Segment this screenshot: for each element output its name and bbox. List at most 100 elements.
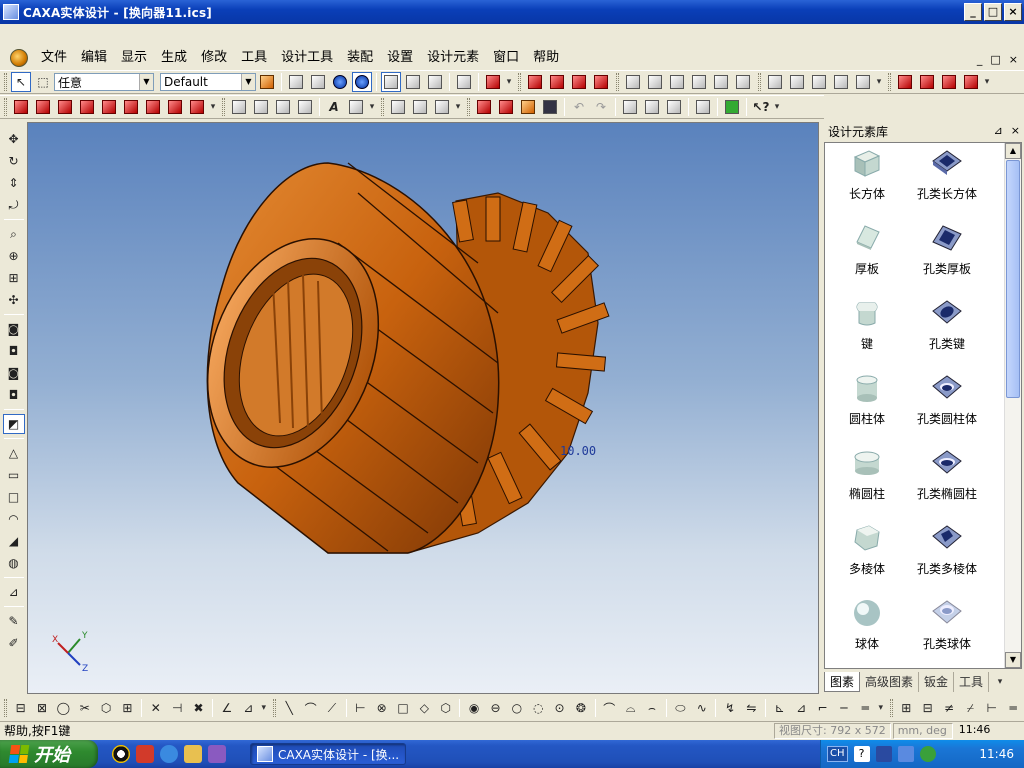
chevron-down-icon[interactable]: ▼ — [139, 74, 153, 90]
grid-5-button[interactable]: ⊢ — [982, 698, 1001, 718]
3d-viewport[interactable]: 10.00 Y X Z — [27, 122, 819, 694]
feature-tool-6-button[interactable] — [733, 72, 753, 92]
qq-icon[interactable] — [112, 745, 130, 763]
mdi-close-button[interactable]: × — [1009, 53, 1018, 66]
sketch-tool-2-button[interactable] — [121, 97, 141, 117]
surface-tool-3-button[interactable] — [569, 72, 589, 92]
undo-button[interactable]: ↶ — [569, 97, 589, 117]
boolean-tool-1-button[interactable] — [895, 72, 915, 92]
shade-realistic-button[interactable] — [352, 72, 372, 92]
surface-tool-4-button[interactable] — [591, 72, 611, 92]
menu-design-tools[interactable]: 设计工具 — [274, 47, 340, 69]
arc-5-button[interactable]: ⌢ — [642, 698, 661, 718]
menu-design-elements[interactable]: 设计元素 — [420, 47, 486, 69]
trim-1-button[interactable]: ✕ — [146, 698, 165, 718]
view-iso-button[interactable] — [381, 72, 401, 92]
pin-icon[interactable]: ⊿ — [994, 124, 1003, 137]
diamond-button[interactable]: ◇ — [415, 698, 434, 718]
mdi-minimize-button[interactable]: _ — [977, 53, 983, 66]
circle-3-button[interactable]: ○ — [507, 698, 526, 718]
line-button[interactable]: ╲ — [280, 698, 299, 718]
revolve-button[interactable] — [33, 97, 53, 117]
folder-icon[interactable] — [184, 745, 202, 763]
loft-button[interactable] — [77, 97, 97, 117]
taskbar-window-button[interactable]: CAXA实体设计 - [换... — [250, 743, 406, 765]
grid-6-button[interactable]: ═ — [1003, 698, 1022, 718]
dim-4-button[interactable]: ─ — [834, 698, 853, 718]
surface-tool-1-button[interactable] — [525, 72, 545, 92]
library-item-box[interactable]: 长方体 — [827, 143, 907, 218]
library-item-cylinder-hole[interactable]: 孔类圆柱体 — [907, 368, 987, 443]
browser-icon[interactable] — [160, 745, 178, 763]
sketch-tool-1-button[interactable] — [99, 97, 119, 117]
language-indicator[interactable]: CH — [827, 746, 848, 762]
feature-tool-5-button[interactable] — [711, 72, 731, 92]
start-button[interactable]: 开始 — [0, 740, 98, 768]
library-item-polyhedron[interactable]: 多棱体 — [827, 518, 907, 593]
sketch-line-icon[interactable]: △ — [3, 443, 25, 463]
feature-tool-2-button[interactable] — [645, 72, 665, 92]
rect-button[interactable]: □ — [393, 698, 412, 718]
menu-tools[interactable]: 工具 — [234, 47, 274, 69]
edit-tool-2-button[interactable] — [787, 72, 807, 92]
tab-sheet-metal[interactable]: 钣金 — [919, 672, 955, 692]
tab-basic-elements[interactable]: 图素 — [824, 672, 861, 692]
save-button[interactable] — [540, 97, 560, 117]
constraint-1-button[interactable]: ∠ — [217, 698, 236, 718]
rotate-view-icon[interactable]: ↻ — [3, 151, 25, 171]
security-icon[interactable] — [919, 746, 936, 762]
circle-2-button[interactable]: ⊖ — [486, 698, 505, 718]
sketch-circle-icon[interactable]: ◍ — [3, 553, 25, 573]
menu-assembly[interactable]: 装配 — [340, 47, 380, 69]
dim-3-button[interactable]: ⌐ — [813, 698, 832, 718]
sweep-button[interactable] — [55, 97, 75, 117]
offset-button[interactable]: ↯ — [720, 698, 739, 718]
help-icon[interactable]: ? — [853, 746, 870, 762]
tab-tools[interactable]: 工具 — [954, 672, 990, 692]
chevron-down-icon[interactable]: ▾ — [504, 77, 514, 87]
render-button[interactable] — [722, 97, 742, 117]
constraint-2-button[interactable]: ⊿ — [239, 698, 258, 718]
library-item-thick-plate[interactable]: 厚板 — [827, 218, 907, 293]
view-box-button[interactable] — [286, 72, 306, 92]
panel-close-icon[interactable]: × — [1011, 124, 1020, 137]
feature-tool-4-button[interactable] — [689, 72, 709, 92]
zoom-icon[interactable]: ⌕ — [3, 224, 25, 244]
camera-1-icon[interactable]: ◙ — [3, 319, 25, 339]
eyedropper-icon[interactable]: ✎ — [3, 611, 25, 631]
camera-3-icon[interactable]: ◙ — [3, 363, 25, 383]
library-item-sphere-hole[interactable]: 孔类球体 — [907, 593, 987, 668]
view-screen-button[interactable] — [454, 72, 474, 92]
sketch-2d-4-button[interactable]: ✂ — [75, 698, 94, 718]
edit-tool-5-button[interactable] — [853, 72, 873, 92]
view-cyl-button[interactable] — [425, 72, 445, 92]
chevron-down-icon[interactable]: ▾ — [208, 102, 218, 112]
property-button[interactable] — [693, 97, 713, 117]
shell-button[interactable] — [273, 97, 293, 117]
grid-2-button[interactable]: ⊟ — [918, 698, 937, 718]
tab-advanced-elements[interactable]: 高级图素 — [860, 672, 920, 692]
menu-help[interactable]: 帮助 — [526, 47, 566, 69]
menu-view[interactable]: 显示 — [114, 47, 154, 69]
library-item-elliptic-cylinder-hole[interactable]: 孔类椭圆柱 — [907, 443, 987, 518]
library-item-box-hole[interactable]: 孔类长方体 — [907, 143, 987, 218]
new-file-button[interactable] — [474, 97, 494, 117]
grid-3-button[interactable]: ≠ — [939, 698, 958, 718]
network-icon[interactable] — [897, 746, 914, 762]
close-button[interactable]: × — [1004, 3, 1022, 21]
assembly-tree-button[interactable] — [257, 72, 277, 92]
boolean-tool-3-button[interactable] — [939, 72, 959, 92]
feature-tool-3-button[interactable] — [667, 72, 687, 92]
circle-1-button[interactable]: ◉ — [464, 698, 483, 718]
arc-1-button[interactable]: ⊢ — [351, 698, 370, 718]
sketch-fillet-icon[interactable]: ◢ — [3, 531, 25, 551]
sketch-2d-2-button[interactable]: ⊠ — [32, 698, 51, 718]
sketch-tool-4-button[interactable] — [165, 97, 185, 117]
library-item-thick-plate-hole[interactable]: 孔类厚板 — [907, 218, 987, 293]
extrude-button[interactable] — [11, 97, 31, 117]
style-combo[interactable]: Default ▼ — [160, 73, 256, 91]
copy-button[interactable] — [642, 97, 662, 117]
camera-4-icon[interactable]: ◘ — [3, 385, 25, 405]
measure-2-button[interactable] — [410, 97, 430, 117]
pan-icon[interactable]: ✣ — [3, 290, 25, 310]
